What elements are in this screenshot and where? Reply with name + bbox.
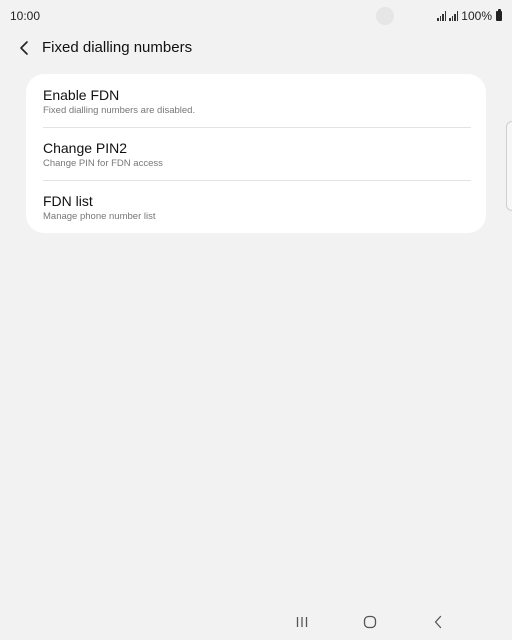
recent-apps-icon [296,617,308,627]
edge-panel-handle[interactable] [506,121,512,211]
status-bar: 10:00 100% [0,0,512,32]
battery-icon [496,9,502,21]
fdn-settings-card: Enable FDN Fixed dialling numbers are di… [26,74,486,233]
signal-icon [449,11,459,21]
home-button[interactable] [358,612,382,632]
back-icon [434,615,442,629]
nav-back-button[interactable] [426,612,450,632]
chevron-left-icon [20,41,28,55]
back-button[interactable] [12,36,36,60]
navigation-bar [0,604,512,640]
battery-percentage: 100% [461,9,492,23]
enable-fdn-item[interactable]: Enable FDN Fixed dialling numbers are di… [26,74,486,127]
page-title: Fixed dialling numbers [42,39,193,56]
item-title: FDN list [43,193,93,209]
signal-icon [437,11,447,21]
item-title: Change PIN2 [43,140,128,156]
change-pin2-item[interactable]: Change PIN2 Change PIN for FDN access [26,127,486,180]
home-icon [363,615,377,629]
fdn-list-item[interactable]: FDN list Manage phone number list [26,180,486,233]
app-header: Fixed dialling numbers [0,32,512,64]
status-time: 10:00 [10,9,41,23]
item-subtitle: Change PIN for FDN access [43,158,163,169]
status-icons: 100% [437,8,502,24]
front-camera-cutout [376,7,394,25]
recent-apps-button[interactable] [290,612,314,632]
item-subtitle: Fixed dialling numbers are disabled. [43,105,196,116]
item-title: Enable FDN [43,87,120,103]
item-subtitle: Manage phone number list [43,211,156,222]
screen: 10:00 100% Fixed dialling numbers Enable… [0,0,512,640]
